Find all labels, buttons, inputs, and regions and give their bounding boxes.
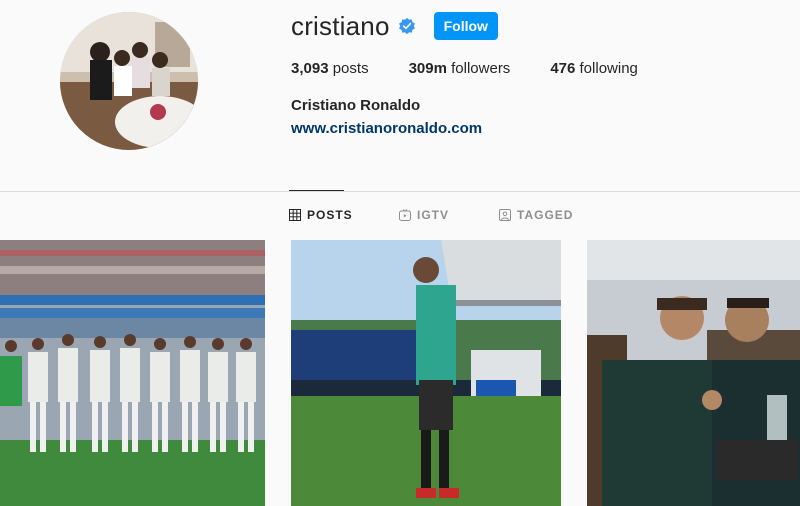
profile-website-link[interactable]: www.cristianoronaldo.com — [291, 120, 482, 137]
tab-posts-label: POSTS — [307, 208, 353, 222]
post-thumbnail[interactable] — [587, 240, 800, 506]
followers-label: followers — [451, 60, 511, 77]
post-thumbnail[interactable] — [291, 240, 561, 506]
followers-count: 309m — [408, 60, 447, 77]
post-image — [291, 240, 561, 506]
grid-icon — [289, 209, 301, 221]
following-stat[interactable]: 476 following — [550, 60, 638, 77]
post-image — [0, 240, 265, 506]
post-image — [587, 240, 800, 506]
following-count: 476 — [550, 60, 576, 77]
posts-label: posts — [332, 60, 369, 77]
tagged-icon — [499, 209, 511, 221]
profile-username: cristiano — [291, 10, 390, 41]
tab-posts[interactable]: POSTS — [289, 208, 353, 222]
tab-tagged-label: TAGGED — [517, 208, 574, 222]
posts-count: 3,093 — [291, 60, 329, 77]
following-label: following — [579, 60, 638, 77]
igtv-icon — [399, 209, 411, 221]
follow-button[interactable]: Follow — [433, 12, 498, 40]
verified-badge-icon — [398, 17, 416, 35]
followers-stat[interactable]: 309m followers — [409, 60, 511, 77]
profile-avatar[interactable] — [60, 12, 198, 150]
profile-tabs: POSTS IGTV TAGGED — [0, 208, 800, 226]
profile-full-name: Cristiano Ronaldo — [291, 97, 421, 114]
active-tab-indicator — [289, 190, 344, 191]
post-thumbnail[interactable] — [0, 240, 265, 506]
tabs-divider — [0, 191, 800, 192]
avatar-image — [60, 12, 198, 150]
posts-stat: 3,093 posts — [291, 60, 369, 77]
tab-tagged[interactable]: TAGGED — [499, 208, 573, 222]
tab-igtv-label: IGTV — [417, 208, 450, 222]
tab-igtv[interactable]: IGTV — [399, 208, 449, 222]
